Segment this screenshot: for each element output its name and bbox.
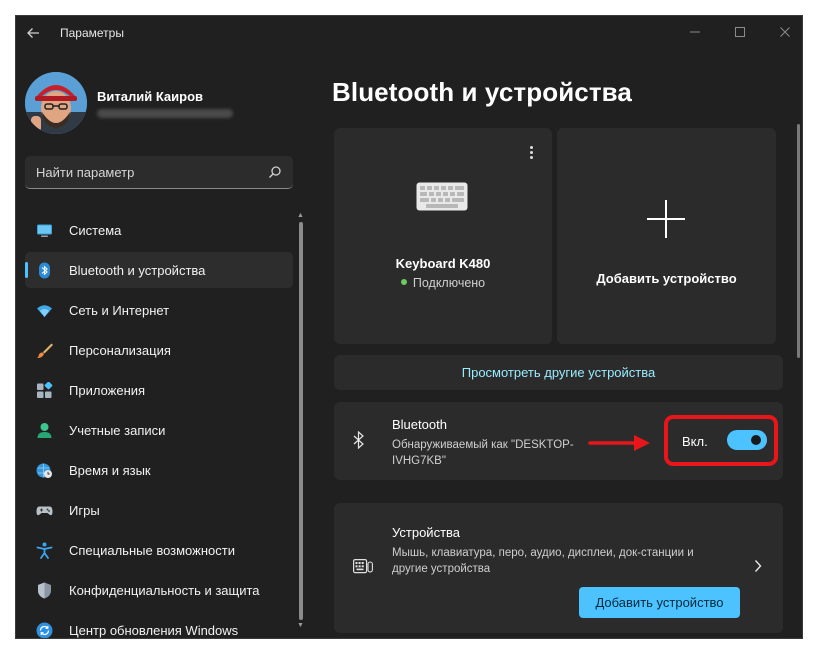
view-more-devices-link[interactable]: Просмотреть другие устройства	[334, 355, 783, 390]
more-dots-icon	[529, 156, 533, 159]
device-status-text: Подключено	[412, 276, 486, 290]
avatar-image	[25, 72, 87, 134]
scrollbar-thumb[interactable]	[299, 222, 303, 620]
scroll-up-icon[interactable]: ▲	[297, 212, 304, 219]
more-dots-icon	[529, 146, 533, 149]
accessibility-icon	[36, 542, 53, 559]
sidebar-item-label: Персонализация	[69, 343, 171, 358]
more-dots-icon	[529, 151, 533, 154]
sidebar-item-windows-update[interactable]: Центр обновления Windows	[25, 612, 293, 638]
device-name: Keyboard K480	[395, 256, 491, 271]
sidebar-item-gaming[interactable]: Игры	[25, 492, 293, 528]
sidebar-item-label: Система	[69, 223, 122, 238]
main-scrollbar[interactable]	[797, 124, 800, 358]
sidebar-item-accessibility[interactable]: Специальные возможности	[25, 532, 293, 568]
apps-icon	[37, 382, 53, 398]
brush-icon	[37, 343, 53, 359]
sidebar-item-apps[interactable]: Приложения	[25, 372, 293, 408]
back-button[interactable]	[24, 24, 42, 42]
chevron-right-icon[interactable]	[754, 559, 762, 573]
globe-clock-icon	[36, 463, 52, 478]
sidebar-scrollbar[interactable]: ▲ ▼	[297, 212, 304, 634]
add-device-label: Добавить устройство	[596, 271, 737, 286]
maximize-icon	[735, 27, 745, 37]
add-device-card[interactable]: Добавить устройство	[557, 128, 776, 344]
shield-icon	[38, 582, 51, 599]
sidebar-item-label: Сеть и Интернет	[69, 303, 170, 318]
bluetooth-description: Обнаруживаемый как "DESKTOP-IVHG7KB"	[392, 439, 574, 467]
person-icon	[37, 423, 52, 438]
sidebar-item-label: Приложения	[69, 383, 146, 398]
arrow-left-icon	[27, 28, 39, 38]
sidebar-item-network[interactable]: Сеть и Интернет	[25, 292, 293, 328]
add-device-button[interactable]: Добавить устройство	[579, 587, 740, 618]
sidebar-item-bluetooth[interactable]: Bluetooth и устройства	[25, 252, 293, 288]
keyboard-icon	[416, 182, 468, 211]
sidebar-item-accounts[interactable]: Учетные записи	[25, 412, 293, 448]
avatar[interactable]	[25, 72, 87, 134]
sidebar-item-label: Bluetooth и устройства	[69, 263, 206, 278]
more-options-button[interactable]	[524, 145, 538, 161]
close-button[interactable]	[770, 22, 800, 42]
devices-description: Мышь, клавиатура, перо, аудио, дисплеи, …	[392, 547, 694, 575]
search-box[interactable]	[25, 156, 293, 189]
status-dot-icon	[400, 279, 407, 285]
minimize-icon	[690, 31, 700, 33]
sidebar-item-label: Специальные возможности	[69, 543, 235, 558]
bluetooth-title: Bluetooth	[392, 417, 447, 432]
search-input[interactable]	[25, 156, 261, 188]
scroll-down-icon[interactable]: ▼	[297, 622, 304, 629]
window-title: Параметры	[60, 26, 124, 40]
annotation-highlight-box	[664, 415, 778, 466]
user-email-redacted	[97, 109, 233, 118]
sidebar-item-label: Время и язык	[69, 463, 151, 478]
maximize-button[interactable]	[725, 22, 755, 42]
bluetooth-icon	[353, 431, 364, 449]
sidebar-item-label: Центр обновления Windows	[69, 623, 239, 638]
gamepad-icon	[36, 506, 53, 516]
plus-icon	[647, 200, 685, 238]
close-icon	[780, 27, 790, 37]
sidebar-item-privacy[interactable]: Конфиденциальность и защита	[25, 572, 293, 608]
update-icon	[36, 622, 53, 638]
sidebar-item-label: Конфиденциальность и защита	[69, 583, 260, 598]
search-icon[interactable]	[268, 165, 282, 179]
sidebar-item-label: Игры	[69, 503, 100, 518]
device-status: Подключено	[334, 276, 552, 290]
user-name: Виталий Каиров	[97, 89, 204, 104]
page-title: Bluetooth и устройства	[332, 77, 632, 107]
sidebar-item-system[interactable]: Система	[25, 212, 293, 248]
devices-title: Устройства	[392, 525, 461, 540]
sidebar-nav: Система Bluetooth и устройства Сеть и Ин…	[25, 212, 293, 638]
minimize-button[interactable]	[680, 22, 710, 42]
devices-section[interactable]: Устройства Мышь, клавиатура, перо, аудио…	[334, 503, 783, 633]
sidebar-item-personalization[interactable]: Персонализация	[25, 332, 293, 368]
monitor-icon	[37, 224, 52, 237]
device-card[interactable]: Keyboard K480 Подключено	[334, 128, 552, 344]
sidebar-item-time-language[interactable]: Время и язык	[25, 452, 293, 488]
annotation-arrow-icon	[588, 435, 650, 451]
bluetooth-icon	[39, 262, 50, 279]
settings-window: Параметры Виталий Каиров Найти параметр …	[16, 16, 802, 638]
title-bar: Параметры	[16, 16, 802, 48]
sidebar-item-label: Учетные записи	[69, 423, 166, 438]
wifi-icon	[37, 305, 52, 317]
keyboard-mouse-icon	[353, 558, 373, 574]
